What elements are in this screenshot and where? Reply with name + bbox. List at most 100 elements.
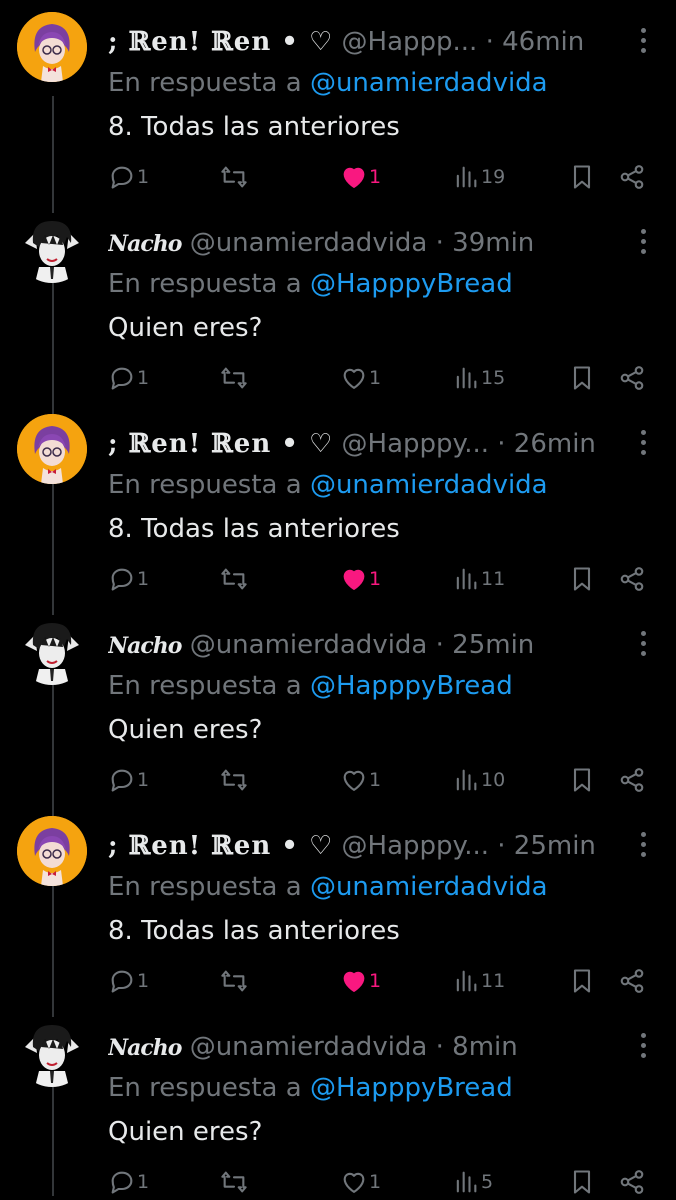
reply-button[interactable]: 1 — [108, 562, 149, 596]
timestamp[interactable]: 25min — [514, 831, 596, 861]
share-button[interactable] — [618, 1165, 646, 1199]
view-count: 19 — [481, 166, 506, 188]
tweet-actions: 1 1 15 — [108, 361, 648, 395]
avatar[interactable] — [17, 1017, 87, 1087]
timestamp[interactable]: 26min — [514, 429, 596, 459]
user-handle[interactable]: @unamierdadvida — [190, 228, 428, 258]
more-icon[interactable] — [640, 225, 648, 259]
heart-icon — [343, 167, 365, 188]
user-handle[interactable]: @Happpy... — [342, 831, 489, 861]
tweet-actions: 1 1 10 — [108, 763, 648, 797]
retweet-button[interactable] — [220, 160, 249, 194]
views-button[interactable]: 11 — [452, 562, 505, 596]
like-button[interactable]: 1 — [340, 361, 381, 395]
more-icon[interactable] — [640, 828, 648, 862]
retweet-button[interactable] — [220, 763, 249, 797]
reply-button[interactable]: 1 — [108, 1165, 149, 1199]
tweet[interactable]: Nacho @unamierdadvida · 25min En respues… — [0, 613, 676, 814]
reply-button[interactable]: 1 — [108, 160, 149, 194]
views-button[interactable]: 10 — [452, 763, 505, 797]
tweet-text: Quien eres? — [108, 1117, 263, 1147]
avatar[interactable] — [17, 213, 87, 283]
reply-mention-link[interactable]: @unamierdadvida — [310, 872, 548, 902]
share-icon — [620, 165, 644, 189]
reply-mention-link[interactable]: @HapppyBread — [310, 1073, 513, 1103]
display-name[interactable]: Nacho — [108, 633, 182, 659]
avatar[interactable] — [17, 615, 87, 685]
share-button[interactable] — [618, 964, 646, 998]
avatar-nacho-icon — [17, 213, 87, 283]
avatar[interactable] — [17, 12, 87, 82]
avatar[interactable] — [17, 414, 87, 484]
views-button[interactable]: 5 — [452, 1165, 493, 1199]
timestamp[interactable]: 46min — [502, 27, 584, 57]
like-button[interactable]: 1 — [340, 562, 381, 596]
like-button[interactable]: 1 — [340, 1165, 381, 1199]
tweet[interactable]: ; ℝen! ℝen • ♡ @Happp... · 46min En resp… — [0, 10, 676, 211]
bookmark-button[interactable] — [568, 361, 596, 395]
user-handle[interactable]: @unamierdadvida — [190, 630, 428, 660]
views-button[interactable]: 19 — [452, 160, 505, 194]
timestamp[interactable]: 25min — [452, 630, 534, 660]
bookmark-button[interactable] — [568, 964, 596, 998]
timestamp[interactable]: 39min — [452, 228, 534, 258]
views-icon — [456, 1171, 477, 1193]
user-handle[interactable]: @unamierdadvida — [190, 1032, 428, 1062]
avatar-ren-icon — [17, 816, 87, 886]
like-button[interactable]: 1 — [340, 763, 381, 797]
display-name[interactable]: ; ℝen! ℝen • ♡ — [108, 831, 333, 861]
reply-button[interactable]: 1 — [108, 361, 149, 395]
user-handle[interactable]: @Happpy... — [342, 429, 489, 459]
reply-mention-link[interactable]: @unamierdadvida — [310, 470, 548, 500]
reply-mention-link[interactable]: @HapppyBread — [310, 269, 513, 299]
views-button[interactable]: 11 — [452, 964, 505, 998]
share-button[interactable] — [618, 763, 646, 797]
tweet-actions: 1 1 11 — [108, 562, 648, 596]
reply-context: En respuesta a @unamierdadvida — [108, 869, 548, 905]
views-button[interactable]: 15 — [452, 361, 505, 395]
reply-mention-link[interactable]: @unamierdadvida — [310, 68, 548, 98]
like-button[interactable]: 1 — [340, 160, 381, 194]
avatar-ren-icon — [17, 414, 87, 484]
tweet[interactable]: Nacho @unamierdadvida · 8min En respuest… — [0, 1015, 676, 1200]
tweet[interactable]: ; ℝen! ℝen • ♡ @Happpy... · 25min En res… — [0, 814, 676, 1015]
timestamp[interactable]: 8min — [452, 1032, 518, 1062]
like-button[interactable]: 1 — [340, 964, 381, 998]
reply-icon — [111, 769, 133, 792]
avatar[interactable] — [17, 816, 87, 886]
share-button[interactable] — [618, 160, 646, 194]
tweet-actions: 1 1 19 — [108, 160, 648, 194]
more-icon[interactable] — [640, 24, 648, 58]
reply-icon — [111, 1171, 133, 1194]
share-button[interactable] — [618, 361, 646, 395]
avatar-nacho-icon — [17, 1017, 87, 1087]
bookmark-button[interactable] — [568, 160, 596, 194]
retweet-button[interactable] — [220, 964, 249, 998]
retweet-button[interactable] — [220, 361, 249, 395]
display-name[interactable]: ; ℝen! ℝen • ♡ — [108, 429, 333, 459]
share-button[interactable] — [618, 562, 646, 596]
reply-button[interactable]: 1 — [108, 763, 149, 797]
tweet[interactable]: ; ℝen! ℝen • ♡ @Happpy... · 26min En res… — [0, 412, 676, 613]
tweet-header: Nacho @unamierdadvida · 25min — [108, 625, 628, 665]
display-name[interactable]: Nacho — [108, 231, 182, 257]
user-handle[interactable]: @Happp... — [342, 27, 478, 57]
bookmark-button[interactable] — [568, 1165, 596, 1199]
like-count: 1 — [369, 166, 382, 188]
display-name[interactable]: Nacho — [108, 1035, 182, 1061]
retweet-button[interactable] — [220, 1165, 249, 1199]
display-name[interactable]: ; ℝen! ℝen • ♡ — [108, 27, 333, 57]
more-icon[interactable] — [640, 426, 648, 460]
reply-button[interactable]: 1 — [108, 964, 149, 998]
bookmark-button[interactable] — [568, 763, 596, 797]
retweet-button[interactable] — [220, 562, 249, 596]
tweet[interactable]: Nacho @unamierdadvida · 39min En respues… — [0, 211, 676, 412]
views-icon — [456, 367, 477, 389]
bookmark-button[interactable] — [568, 562, 596, 596]
tweet-text: Quien eres? — [108, 313, 263, 343]
reply-mention-link[interactable]: @HapppyBread — [310, 671, 513, 701]
reply-icon — [111, 367, 133, 390]
more-icon[interactable] — [640, 627, 648, 661]
like-count: 1 — [369, 367, 382, 389]
more-icon[interactable] — [640, 1029, 648, 1063]
